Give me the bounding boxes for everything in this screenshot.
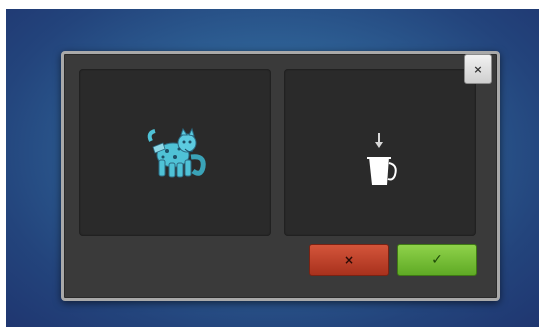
embroidery-design-preview — [147, 127, 206, 178]
confirm-button[interactable]: ✓ — [397, 244, 477, 276]
screen-background: × ✓ × — [6, 9, 539, 327]
close-button[interactable]: × — [464, 54, 492, 84]
cancel-icon: × — [343, 253, 355, 267]
cancel-button[interactable]: × — [309, 244, 389, 276]
checkmark-icon: ✓ — [431, 252, 443, 268]
arrow-down-icon — [375, 133, 383, 148]
embroidery-preview-panel — [79, 69, 271, 236]
dialog: × ✓ × — [61, 51, 500, 301]
thread-action-panel — [284, 69, 476, 236]
pitcher-icon — [367, 157, 397, 185]
close-icon: × — [473, 62, 483, 76]
